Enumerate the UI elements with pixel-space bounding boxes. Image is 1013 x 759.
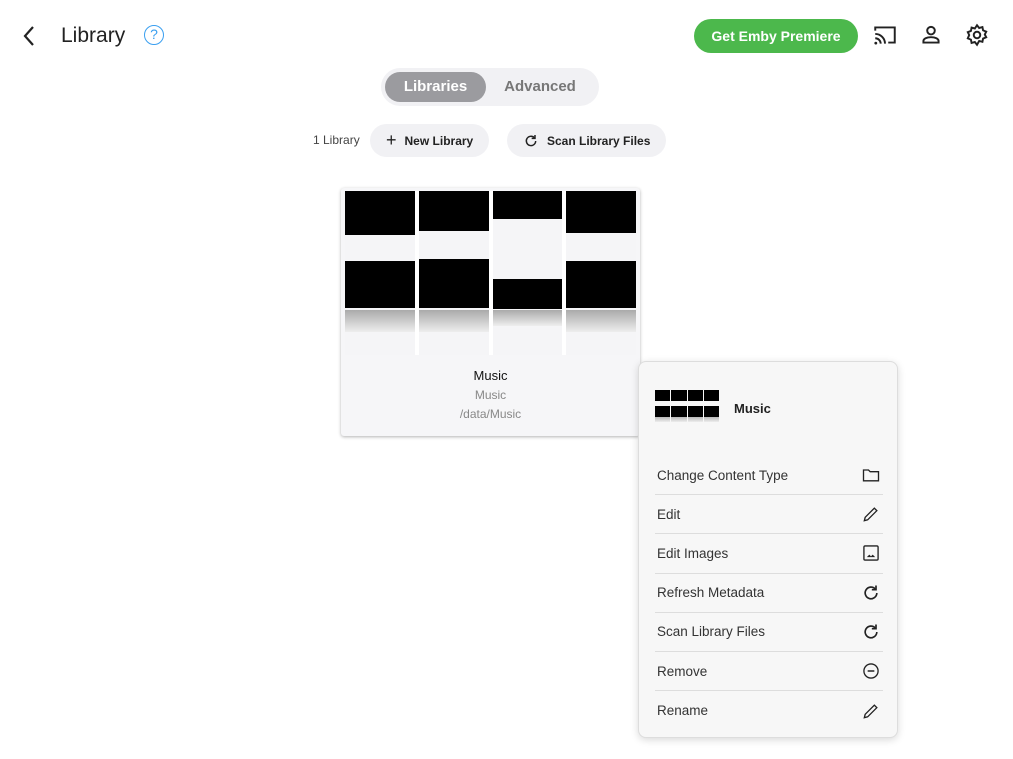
settings-gear-icon[interactable] [964,22,990,48]
menu-item-edit[interactable]: Edit [655,495,883,535]
menu-item-rename[interactable]: Rename [655,691,883,730]
page-title: Library [61,24,126,47]
menu-item-label: Edit [657,506,681,522]
remove-circle-icon [863,663,879,679]
menu-item-refresh-metadata[interactable]: Refresh Metadata [655,574,883,613]
menu-item-change-content-type[interactable]: Change Content Type [655,456,883,496]
folder-icon [862,469,880,482]
plus-icon: + [386,130,397,150]
menu-item-label: Scan Library Files [657,624,766,640]
user-icon[interactable] [918,22,944,48]
get-premiere-button[interactable]: Get Emby Premiere [694,19,858,53]
cast-icon[interactable] [872,22,898,48]
refresh-icon [864,585,878,600]
menu-item-edit-images[interactable]: Edit Images [655,534,883,574]
menu-item-remove[interactable]: Remove [655,652,883,692]
menu-item-label: Rename [657,703,709,719]
library-path: /data/Music [459,407,522,421]
scan-label: Scan Library Files [547,133,651,148]
back-arrow-icon[interactable] [18,22,42,50]
menu-item-label: Refresh Metadata [657,585,765,601]
pencil-icon [863,507,878,522]
menu-item-label: Change Content Type [657,467,789,483]
tab-advanced[interactable]: Advanced [486,72,594,102]
image-icon [863,545,879,562]
library-type: Music [474,388,507,402]
view-tabs: Libraries Advanced [381,68,599,106]
refresh-icon [864,624,878,639]
library-name: Music [473,368,508,383]
menu-item-label: Edit Images [657,545,729,561]
refresh-icon [525,134,537,146]
library-artwork [345,191,636,355]
new-library-button[interactable]: + New Library [370,124,490,157]
library-context-menu: Music Change Content Type Edit Edit Imag… [638,361,898,738]
menu-thumbnail [655,390,719,422]
help-icon[interactable]: ? [144,25,164,45]
pencil-icon [863,703,878,719]
library-count: 1 Library [313,133,360,147]
new-library-label: New Library [404,133,474,148]
library-card-music[interactable]: Music Music /data/Music [341,188,640,436]
tab-libraries[interactable]: Libraries [385,72,486,102]
scan-library-files-button[interactable]: Scan Library Files [507,124,667,157]
menu-title: Music [734,401,771,416]
menu-item-scan-library-files[interactable]: Scan Library Files [655,613,883,652]
menu-item-label: Remove [657,663,708,679]
